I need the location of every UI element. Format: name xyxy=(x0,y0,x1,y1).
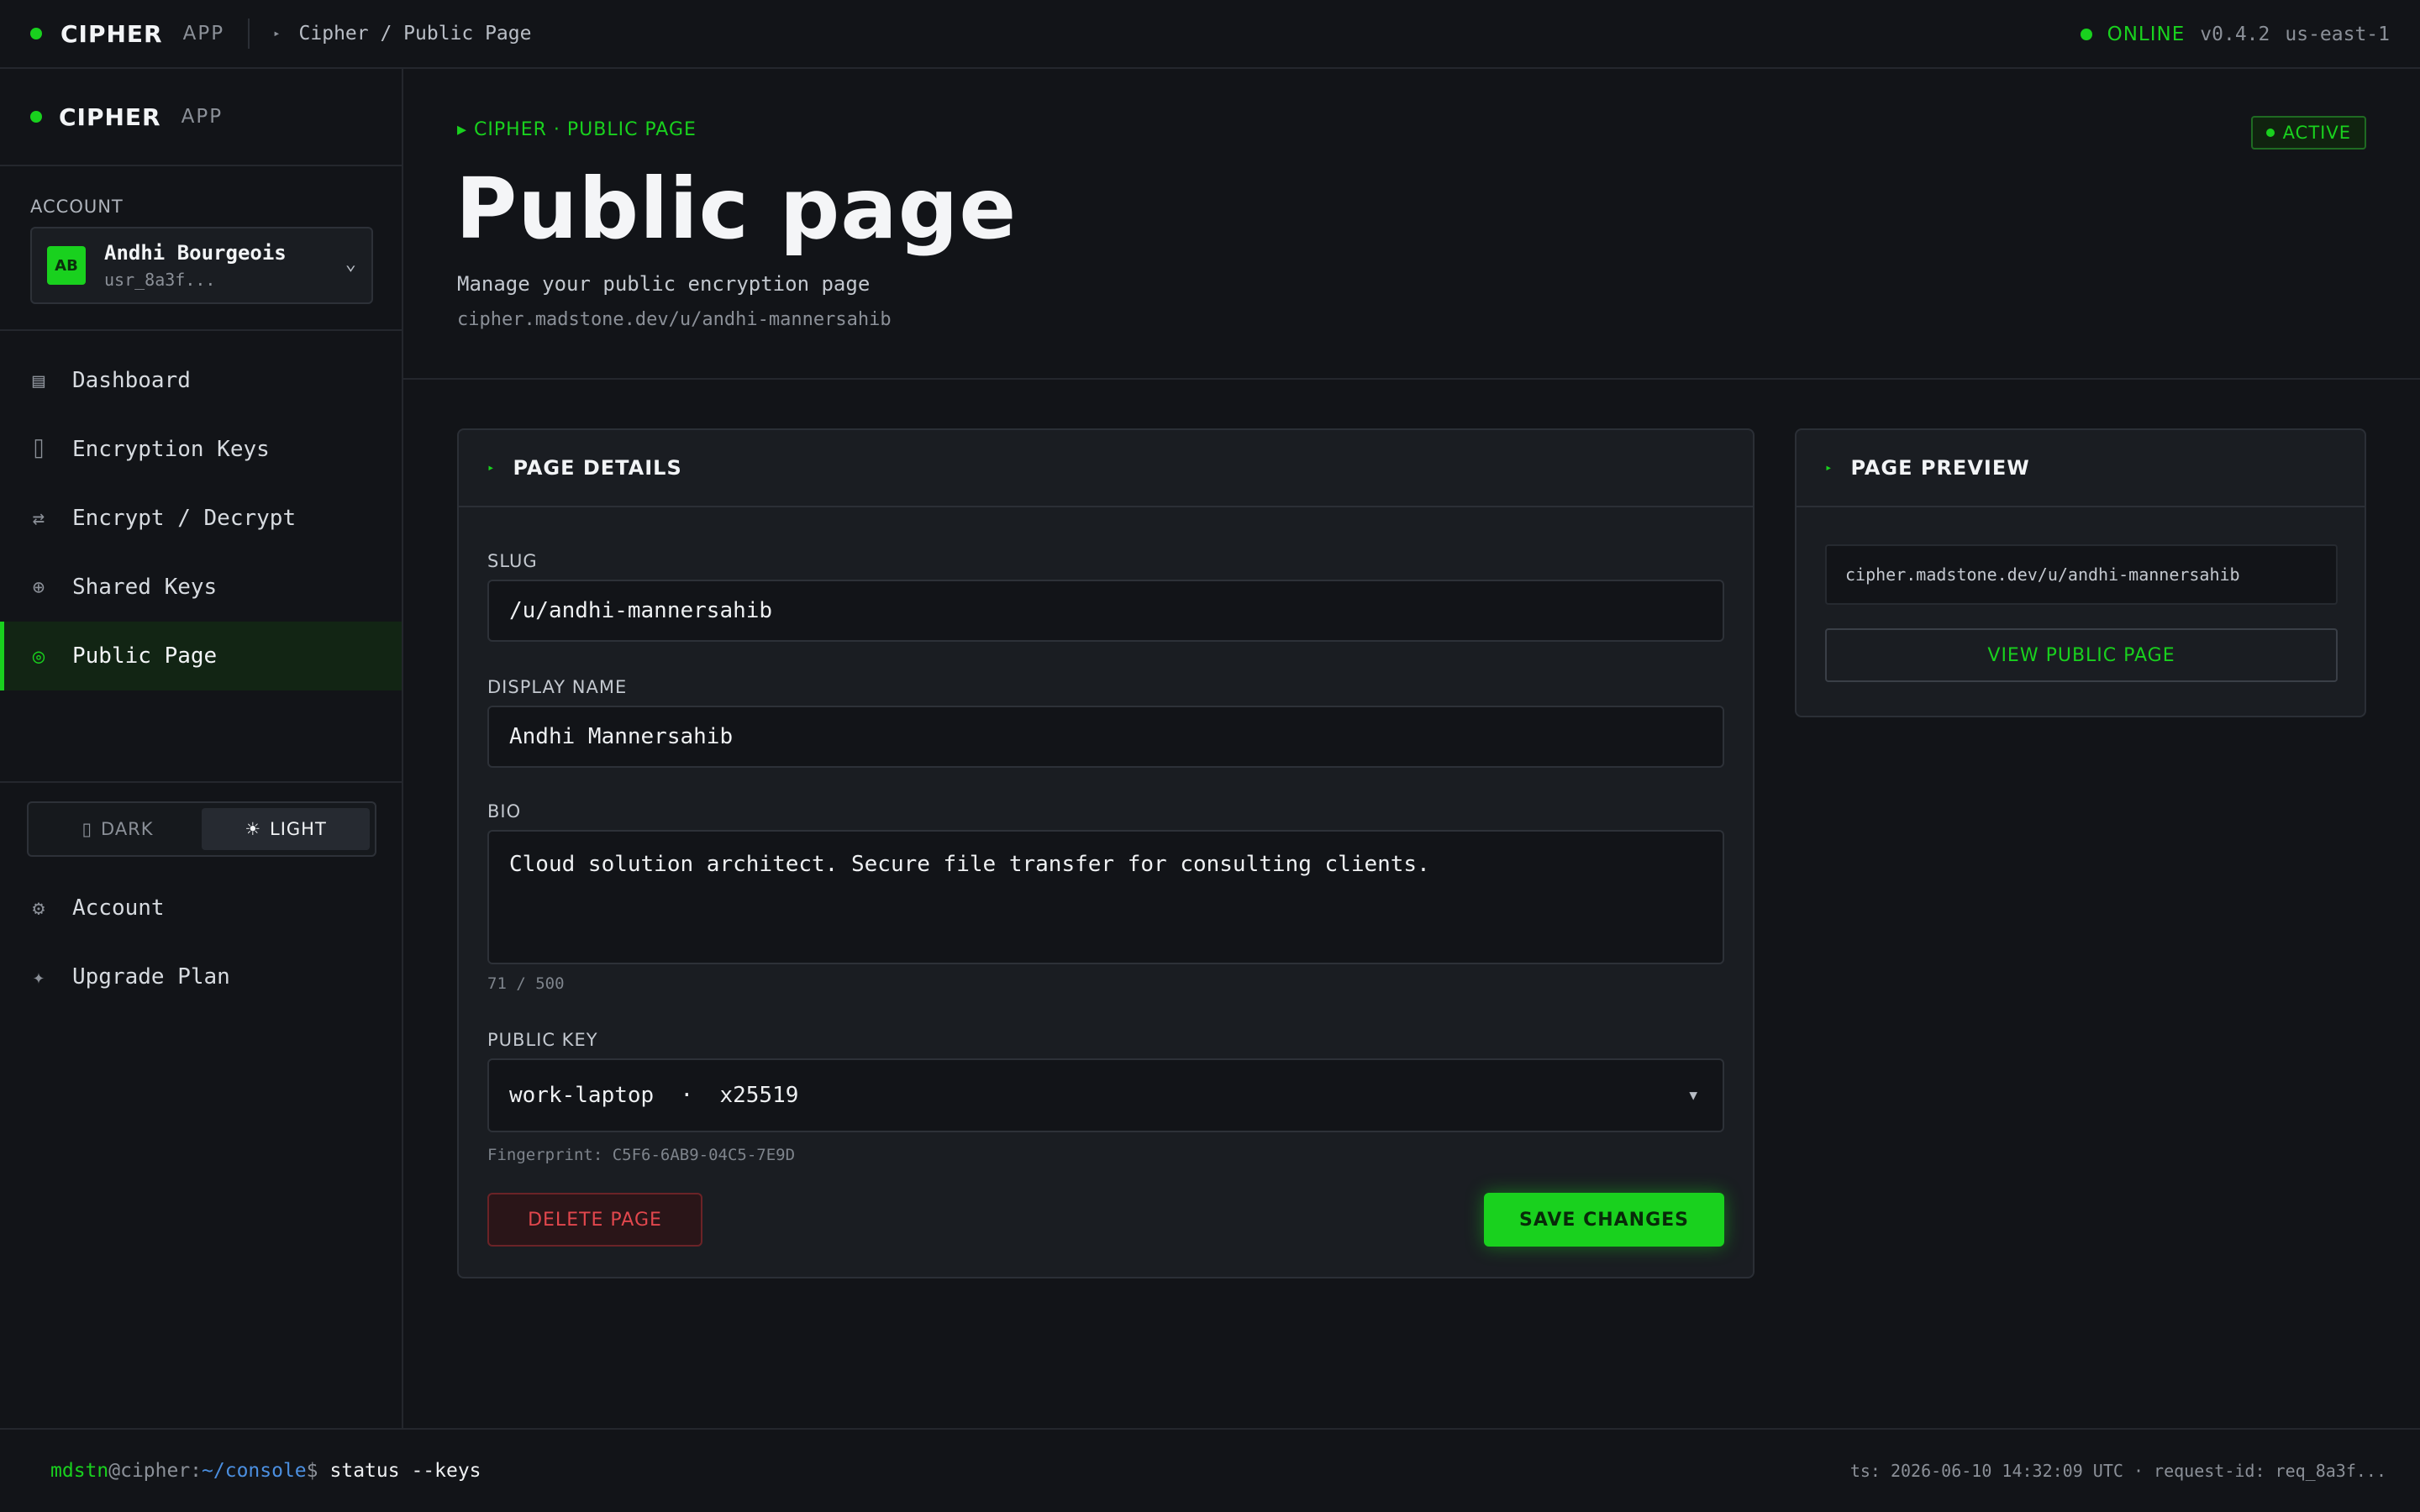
console-bar: mdstn @cipher: ~/console $ status --keys… xyxy=(0,1428,2420,1512)
moon-icon: ▯ xyxy=(82,819,93,839)
theme-dark-option[interactable]: ▯ DARK xyxy=(34,808,202,850)
chevron-down-icon: ⌄ xyxy=(345,254,356,275)
region-label: us-east-1 xyxy=(2285,24,2390,45)
sidebar-item-upgrade-plan[interactable]: ✦ Upgrade Plan xyxy=(0,942,402,1011)
account-id: usr_8a3f... xyxy=(104,270,216,290)
slug-label: SLUG xyxy=(487,551,538,571)
status-dot-icon xyxy=(30,28,42,39)
sidebar-item-encryption-keys[interactable]: ⌷ Encryption Keys xyxy=(0,415,402,484)
preview-url[interactable]: cipher.madstone.dev/u/andhi-mannersahib xyxy=(1825,544,2338,605)
theme-light-option[interactable]: ☀ LIGHT xyxy=(202,808,370,850)
page-subtitle: Manage your public encryption page xyxy=(457,272,871,296)
sun-icon: ☀ xyxy=(245,819,262,839)
account-switcher[interactable]: AB Andhi Bourgeois usr_8a3f... ⌄ xyxy=(30,227,373,304)
fingerprint: Fingerprint: C5F6-6AB9-04C5-7E9D xyxy=(487,1146,796,1164)
prompt-path: ~/console xyxy=(202,1460,307,1482)
card-title: PAGE DETAILS xyxy=(513,456,682,480)
breadcrumb[interactable]: Cipher / Public Page xyxy=(299,23,532,45)
request-meta: ts: 2026-06-10 14:32:09 UTC · request-id… xyxy=(1849,1461,2386,1481)
card-header: ▸ PAGE DETAILS xyxy=(459,430,1753,507)
bio-textarea[interactable]: Cloud solution architect. Secure file tr… xyxy=(487,830,1724,964)
divider xyxy=(0,781,402,783)
top-bar: CIPHER APP ▸ Cipher / Public Page ONLINE… xyxy=(0,0,2420,69)
display-name-label: DISPLAY NAME xyxy=(487,677,628,697)
page-kicker: ▸ CIPHER · PUBLIC PAGE xyxy=(457,119,697,140)
breadcrumb-arrow-icon: ▸ xyxy=(273,27,281,40)
sidebar-item-account[interactable]: ⚙ Account xyxy=(0,874,402,942)
sidebar-item-label: Dashboard xyxy=(72,368,191,393)
online-dot-icon xyxy=(2080,29,2092,40)
card-header: ▸ PAGE PREVIEW xyxy=(1797,430,2365,507)
card-title: PAGE PREVIEW xyxy=(1850,456,2030,480)
sidebar-brand[interactable]: CIPHER APP xyxy=(0,69,402,166)
theme-light-label: LIGHT xyxy=(270,819,327,839)
divider xyxy=(248,18,250,49)
system-status: ONLINE v0.4.2 us-east-1 xyxy=(2080,0,2390,69)
sidebar-item-encrypt-decrypt[interactable]: ⇄ Encrypt / Decrypt xyxy=(0,484,402,553)
key-icon: ⌷ xyxy=(32,438,45,461)
divider xyxy=(0,329,402,331)
page-title: Public page xyxy=(455,160,1018,258)
account-label: ACCOUNT xyxy=(30,197,124,217)
sidebar-item-public-page[interactable]: ◎ Public Page xyxy=(0,622,402,690)
slug-input[interactable]: /u/andhi-mannersahib xyxy=(487,580,1724,642)
gear-icon: ⚙ xyxy=(32,896,45,920)
online-status: ONLINE xyxy=(2107,24,2186,45)
public-key-select[interactable]: work-laptop · x25519 ▼ xyxy=(487,1058,1724,1132)
theme-toggle: ▯ DARK ☀ LIGHT xyxy=(27,801,376,857)
triangle-right-icon: ▸ xyxy=(487,461,495,475)
sidebar-item-shared-keys[interactable]: ⊕ Shared Keys xyxy=(0,553,402,622)
triangle-right-icon: ▸ xyxy=(1825,461,1833,475)
bio-char-count: 71 / 500 xyxy=(487,974,565,993)
theme-dark-label: DARK xyxy=(101,819,154,839)
page-details-card: ▸ PAGE DETAILS SLUG /u/andhi-mannersahib… xyxy=(457,428,1754,1278)
sidebar-item-label: Account xyxy=(72,895,165,921)
caret-down-icon: ▼ xyxy=(1689,1087,1697,1103)
divider xyxy=(403,378,2420,380)
sidebar-item-label: Encryption Keys xyxy=(72,437,270,462)
sidebar: CIPHER APP ACCOUNT AB Andhi Bourgeois us… xyxy=(0,69,403,1428)
prompt-host: @cipher: xyxy=(108,1460,203,1482)
display-name-input[interactable]: Andhi Mannersahib xyxy=(487,706,1724,768)
app-brand[interactable]: CIPHER xyxy=(60,20,163,48)
active-dot-icon xyxy=(2265,129,2275,137)
target-icon: ◎ xyxy=(32,644,45,668)
sidebar-item-dashboard[interactable]: ▤ Dashboard xyxy=(0,346,402,415)
prompt-user: mdstn xyxy=(50,1460,109,1482)
view-public-page-button[interactable]: VIEW PUBLIC PAGE xyxy=(1825,628,2338,682)
app-brand-sub: APP xyxy=(182,23,225,45)
version-label: v0.4.2 xyxy=(2200,24,2270,45)
sidebar-item-label: Encrypt / Decrypt xyxy=(72,506,297,531)
sidebar-nav: ▤ Dashboard ⌷ Encryption Keys ⇄ Encrypt … xyxy=(0,346,402,690)
swap-icon: ⇄ xyxy=(32,507,45,530)
status-badge-label: ACTIVE xyxy=(2282,123,2351,143)
sidebar-nav-bottom: ⚙ Account ✦ Upgrade Plan xyxy=(0,874,402,1011)
prompt-dollar: $ xyxy=(306,1460,318,1482)
main-content: ▸ CIPHER · PUBLIC PAGE Public page Manag… xyxy=(403,69,2420,1428)
console-command[interactable]: status --keys xyxy=(330,1460,481,1482)
sparkle-icon: ✦ xyxy=(32,965,45,989)
sidebar-item-label: Upgrade Plan xyxy=(72,964,230,990)
sidebar-item-label: Shared Keys xyxy=(72,575,218,600)
avatar: AB xyxy=(47,246,86,285)
delete-page-button[interactable]: DELETE PAGE xyxy=(487,1193,702,1247)
sidebar-brand-name: CIPHER xyxy=(59,102,161,131)
save-changes-button[interactable]: SAVE CHANGES xyxy=(1484,1193,1724,1247)
brand-dot-icon xyxy=(30,111,42,123)
public-key-selected-value: work-laptop · x25519 xyxy=(509,1083,799,1108)
page-url: cipher.madstone.dev/u/andhi-mannersahib xyxy=(457,309,892,330)
grid-icon: ▤ xyxy=(32,369,45,392)
account-name: Andhi Bourgeois xyxy=(104,241,287,265)
status-badge: ACTIVE xyxy=(2250,116,2366,150)
sidebar-brand-sub: APP xyxy=(181,106,224,128)
sidebar-item-label: Public Page xyxy=(72,643,218,669)
page-preview-card: ▸ PAGE PREVIEW cipher.madstone.dev/u/and… xyxy=(1795,428,2366,717)
globe-icon: ⊕ xyxy=(32,575,45,599)
public-key-label: PUBLIC KEY xyxy=(487,1030,598,1050)
bio-label: BIO xyxy=(487,801,522,822)
